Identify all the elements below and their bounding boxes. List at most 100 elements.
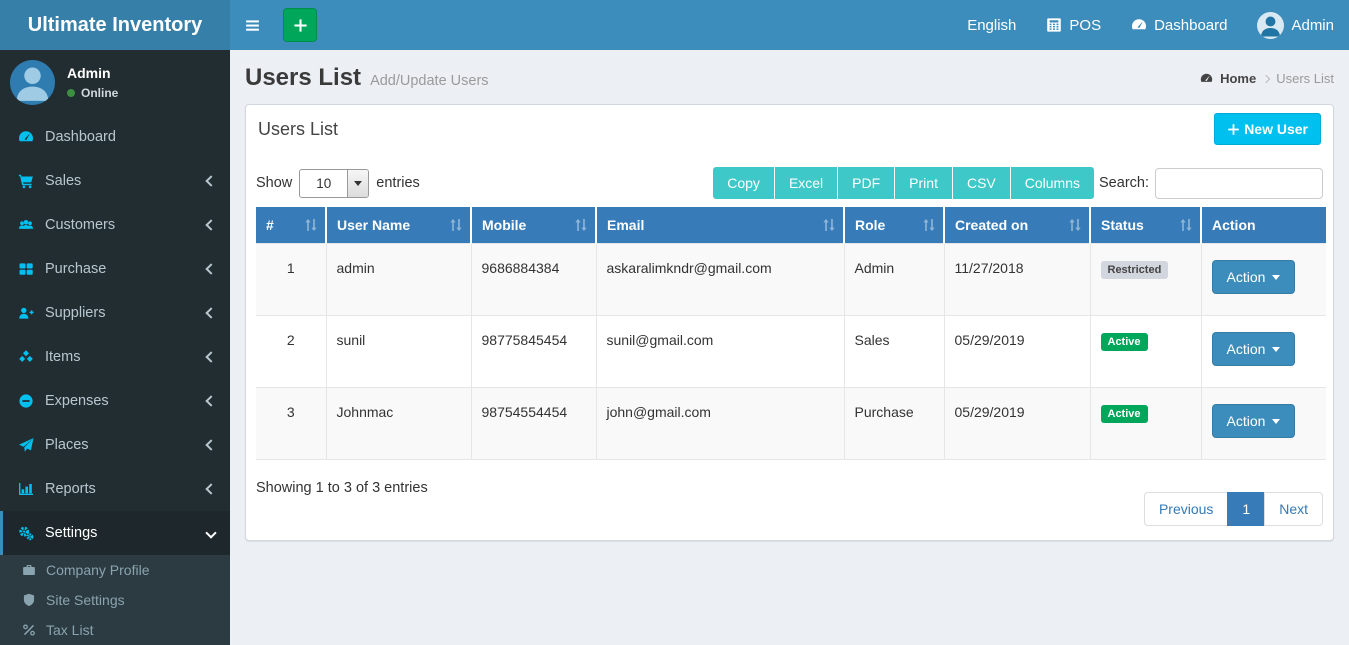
csv-button[interactable]: CSV [953, 167, 1011, 199]
users-list-panel: Users List New User Show 10 entries [245, 104, 1334, 541]
caret-down-icon [1272, 275, 1280, 280]
breadcrumb-home[interactable]: Home [1220, 71, 1256, 86]
breadcrumb-current: Users List [1276, 71, 1334, 86]
chevron-left-icon [205, 307, 216, 318]
content-header: Users List Add/Update Users Home Users Li… [230, 50, 1349, 104]
pdf-button[interactable]: PDF [838, 167, 895, 199]
navbar-right: English POS Dashboard Admin [952, 0, 1349, 50]
column-header-role[interactable]: Role [844, 207, 944, 244]
search-input[interactable] [1155, 168, 1323, 199]
column-header-action: Action [1201, 207, 1326, 244]
sidebar-item-dashboard[interactable]: Dashboard [0, 115, 230, 159]
cell-num: 3 [256, 388, 326, 460]
main-header: Ultimate Inventory English POS Dashboard… [0, 0, 1349, 50]
pagination-page-1[interactable]: 1 [1227, 492, 1265, 526]
cell-action: Action [1201, 316, 1326, 388]
cell-status: Active [1090, 316, 1201, 388]
table-header-row: # User Name Mobile Email Role Created on… [256, 207, 1326, 244]
column-header-num[interactable]: # [256, 207, 326, 244]
user-plus-icon [18, 305, 34, 321]
nav-dashboard[interactable]: Dashboard [1116, 0, 1242, 50]
status-badge: Active [1101, 405, 1148, 423]
grid-icon [18, 261, 34, 277]
sort-icon [1068, 218, 1082, 232]
page-size-select[interactable]: 10 [299, 169, 369, 198]
cell-num: 2 [256, 316, 326, 388]
chevron-left-icon [205, 263, 216, 274]
cell-mobile: 9686884384 [471, 244, 596, 316]
cell-username: sunil [326, 316, 471, 388]
cell-mobile: 98754554454 [471, 388, 596, 460]
columns-button[interactable]: Columns [1011, 167, 1094, 199]
column-header-status[interactable]: Status [1090, 207, 1201, 244]
cell-username: admin [326, 244, 471, 316]
show-entries-control: Show 10 entries [256, 169, 420, 198]
status-badge: Active [1101, 333, 1148, 351]
sidebar-item-expenses[interactable]: Expenses [0, 379, 230, 423]
sidebar-item-items[interactable]: Items [0, 335, 230, 379]
nav-pos[interactable]: POS [1031, 0, 1116, 50]
column-header-mobile[interactable]: Mobile [471, 207, 596, 244]
column-header-created[interactable]: Created on [944, 207, 1090, 244]
sidebar-item-customers[interactable]: Customers [0, 203, 230, 247]
pagination-next[interactable]: Next [1264, 492, 1323, 526]
action-button[interactable]: Action [1212, 404, 1296, 438]
entries-summary: Showing 1 to 3 of 3 entries [256, 480, 428, 496]
chevron-down-icon [205, 527, 216, 538]
breadcrumb-separator-icon [1262, 74, 1270, 82]
sidebar-user-name: Admin [67, 65, 118, 81]
cell-role: Sales [844, 316, 944, 388]
sort-icon [449, 218, 463, 232]
content-wrapper: Users List Add/Update Users Home Users Li… [230, 50, 1349, 632]
cell-status: Restricted [1090, 244, 1201, 316]
users-icon [18, 217, 34, 233]
calculator-icon [1046, 17, 1062, 33]
app-logo[interactable]: Ultimate Inventory [0, 0, 230, 50]
sidebar-item-purchase[interactable]: Purchase [0, 247, 230, 291]
search-control: Search: [1099, 168, 1323, 199]
chevron-left-icon [205, 175, 216, 186]
submenu-item-site-settings[interactable]: Site Settings [0, 585, 230, 615]
excel-button[interactable]: Excel [775, 167, 838, 199]
sidebar: Admin Online Dashboard Sales Customers P… [0, 50, 230, 632]
cell-role: Admin [844, 244, 944, 316]
new-user-button[interactable]: New User [1214, 113, 1321, 145]
sidebar-user-status: Online [67, 86, 118, 100]
hamburger-icon [244, 17, 261, 34]
cell-mobile: 98775845454 [471, 316, 596, 388]
sidebar-toggle-button[interactable] [230, 0, 275, 50]
print-button[interactable]: Print [895, 167, 953, 199]
bar-chart-icon [18, 481, 34, 497]
pagination-previous[interactable]: Previous [1144, 492, 1228, 526]
gauge-icon [1200, 72, 1213, 85]
caret-down-icon [1272, 419, 1280, 424]
submenu-item-company-profile[interactable]: Company Profile [0, 555, 230, 585]
column-header-username[interactable]: User Name [326, 207, 471, 244]
nav-user-menu[interactable]: Admin [1242, 0, 1349, 50]
sidebar-item-sales[interactable]: Sales [0, 159, 230, 203]
breadcrumb: Home Users List [1200, 71, 1334, 86]
sort-icon [822, 218, 836, 232]
column-header-email[interactable]: Email [596, 207, 844, 244]
submenu-item-tax-list[interactable]: Tax List [0, 615, 230, 645]
sidebar-item-suppliers[interactable]: Suppliers [0, 291, 230, 335]
user-avatar [1257, 12, 1284, 39]
action-button[interactable]: Action [1212, 332, 1296, 366]
copy-button[interactable]: Copy [713, 167, 775, 199]
sidebar-item-places[interactable]: Places [0, 423, 230, 467]
cell-action: Action [1201, 244, 1326, 316]
status-badge: Restricted [1101, 261, 1169, 279]
content-body: Users List New User Show 10 entries [230, 104, 1349, 541]
sidebar-item-settings[interactable]: Settings [0, 511, 230, 555]
percent-icon [22, 623, 36, 637]
page-subtitle: Add/Update Users [370, 73, 488, 89]
nav-language[interactable]: English [952, 0, 1031, 50]
plus-icon [1227, 123, 1240, 136]
sort-icon [304, 218, 318, 232]
cell-email: john@gmail.com [596, 388, 844, 460]
quick-add-button[interactable] [283, 8, 317, 42]
sidebar-item-reports[interactable]: Reports [0, 467, 230, 511]
sort-icon [922, 218, 936, 232]
gauge-icon [1131, 17, 1147, 33]
action-button[interactable]: Action [1212, 260, 1296, 294]
